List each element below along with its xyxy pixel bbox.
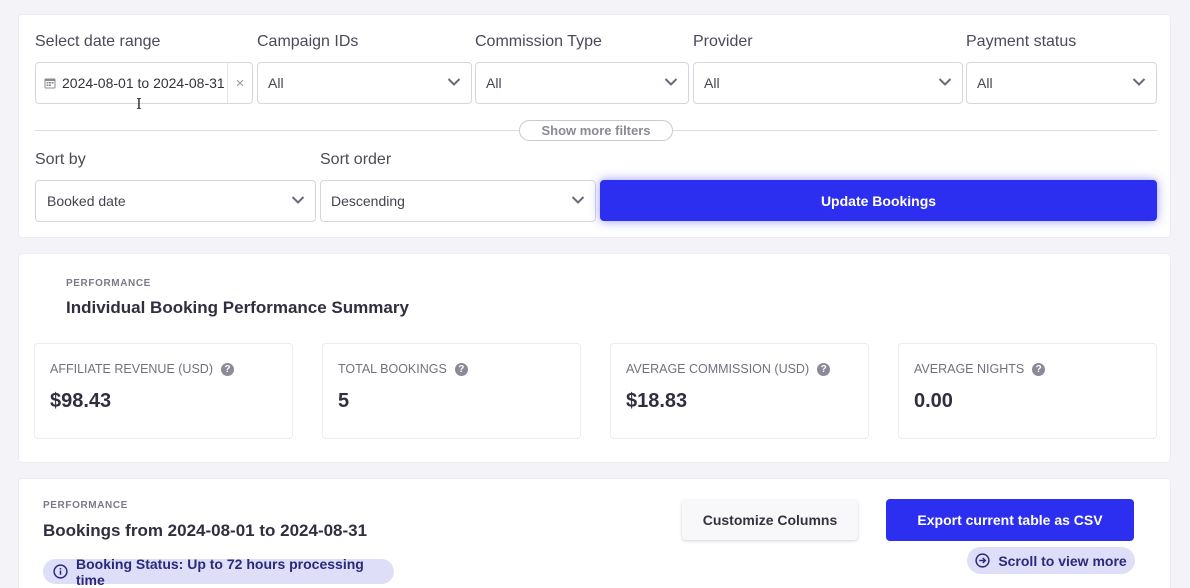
sort-by-value: Booked date (47, 193, 126, 209)
stat-label: AVERAGE COMMISSION (USD) ? (626, 362, 831, 376)
info-icon (53, 564, 68, 579)
chevron-down-icon (571, 196, 585, 204)
date-range-label: Select date range (35, 33, 161, 50)
stat-label-text: AVERAGE COMMISSION (USD) (626, 362, 810, 376)
chevron-down-icon (291, 196, 305, 204)
campaign-ids-select[interactable]: All (257, 62, 472, 104)
stat-value: $18.83 (626, 390, 688, 412)
provider-label: Provider (693, 33, 753, 50)
chevron-down-icon (664, 78, 678, 86)
text-cursor-icon: I (136, 95, 142, 113)
summary-title: Individual Booking Performance Summary (66, 298, 409, 317)
campaign-ids-label: Campaign IDs (257, 33, 359, 50)
bookings-eyebrow: PERFORMANCE (43, 500, 128, 511)
sort-by-label: Sort by (35, 151, 86, 168)
campaign-ids-value: All (268, 75, 284, 91)
sort-by-select[interactable]: Booked date (35, 180, 316, 222)
update-bookings-button[interactable]: Update Bookings (600, 180, 1157, 221)
help-icon[interactable]: ? (1032, 362, 1046, 376)
date-range-value: 2024-08-01 to 2024-08-31 (62, 75, 225, 91)
help-icon[interactable]: ? (454, 362, 468, 376)
commission-type-label: Commission Type (475, 33, 602, 50)
summary-eyebrow: PERFORMANCE (66, 278, 151, 289)
booking-status-badge: Booking Status: Up to 72 hours processin… (43, 556, 394, 588)
stat-value: $98.43 (50, 390, 112, 412)
sort-order-select[interactable]: Descending (320, 180, 596, 222)
stat-value: 5 (338, 390, 350, 412)
chevron-down-icon (938, 78, 952, 86)
clear-icon[interactable]: × (227, 63, 252, 103)
booking-status-text: Booking Status: Up to 72 hours processin… (76, 555, 364, 588)
scroll-to-view-more-button[interactable]: Scroll to view more (967, 547, 1135, 574)
chevron-down-icon (447, 78, 461, 86)
show-more-filters-button[interactable]: Show more filters (519, 120, 673, 141)
date-range-input[interactable]: 2024-08-01 to 2024-08-31 × (35, 62, 253, 104)
stat-label: TOTAL BOOKINGS ? (338, 362, 468, 376)
export-csv-button[interactable]: Export current table as CSV (886, 499, 1134, 541)
payment-status-label: Payment status (966, 33, 1077, 50)
stat-value: 0.00 (914, 390, 953, 412)
stat-label-text: AVERAGE NIGHTS (914, 362, 1025, 376)
filters-panel: Select date range Campaign IDs Commissio… (18, 14, 1171, 238)
stat-label: AVERAGE NIGHTS ? (914, 362, 1046, 376)
help-icon[interactable]: ? (817, 362, 831, 376)
stat-label-text: AFFILIATE REVENUE (USD) (50, 362, 213, 376)
scroll-label: Scroll to view more (998, 552, 1127, 569)
customize-columns-button[interactable]: Customize Columns (682, 500, 858, 540)
sort-order-value: Descending (331, 193, 405, 209)
payment-status-select[interactable]: All (966, 62, 1157, 104)
stat-label-text: TOTAL BOOKINGS (338, 362, 447, 376)
performance-summary-panel: PERFORMANCE Individual Booking Performan… (18, 253, 1171, 463)
stat-card-total-bookings: TOTAL BOOKINGS ? 5 (322, 343, 581, 439)
stat-label: AFFILIATE REVENUE (USD) ? (50, 362, 234, 376)
calendar-icon (44, 78, 56, 89)
chevron-down-icon (1132, 78, 1146, 86)
commission-type-select[interactable]: All (475, 62, 689, 104)
payment-status-value: All (977, 75, 993, 91)
provider-select[interactable]: All (693, 62, 963, 104)
help-icon[interactable]: ? (220, 362, 234, 376)
provider-value: All (704, 75, 720, 91)
sort-order-label: Sort order (320, 151, 392, 168)
bookings-title: Bookings from 2024-08-01 to 2024-08-31 (43, 521, 368, 540)
commission-type-value: All (486, 75, 502, 91)
stat-card-average-nights: AVERAGE NIGHTS ? 0.00 (898, 343, 1157, 439)
stat-card-affiliate-revenue: AFFILIATE REVENUE (USD) ? $98.43 (34, 343, 293, 439)
arrow-right-circle-icon (975, 553, 990, 568)
stat-card-average-commission: AVERAGE COMMISSION (USD) ? $18.83 (610, 343, 869, 439)
bookings-panel: PERFORMANCE Bookings from 2024-08-01 to … (18, 478, 1171, 588)
